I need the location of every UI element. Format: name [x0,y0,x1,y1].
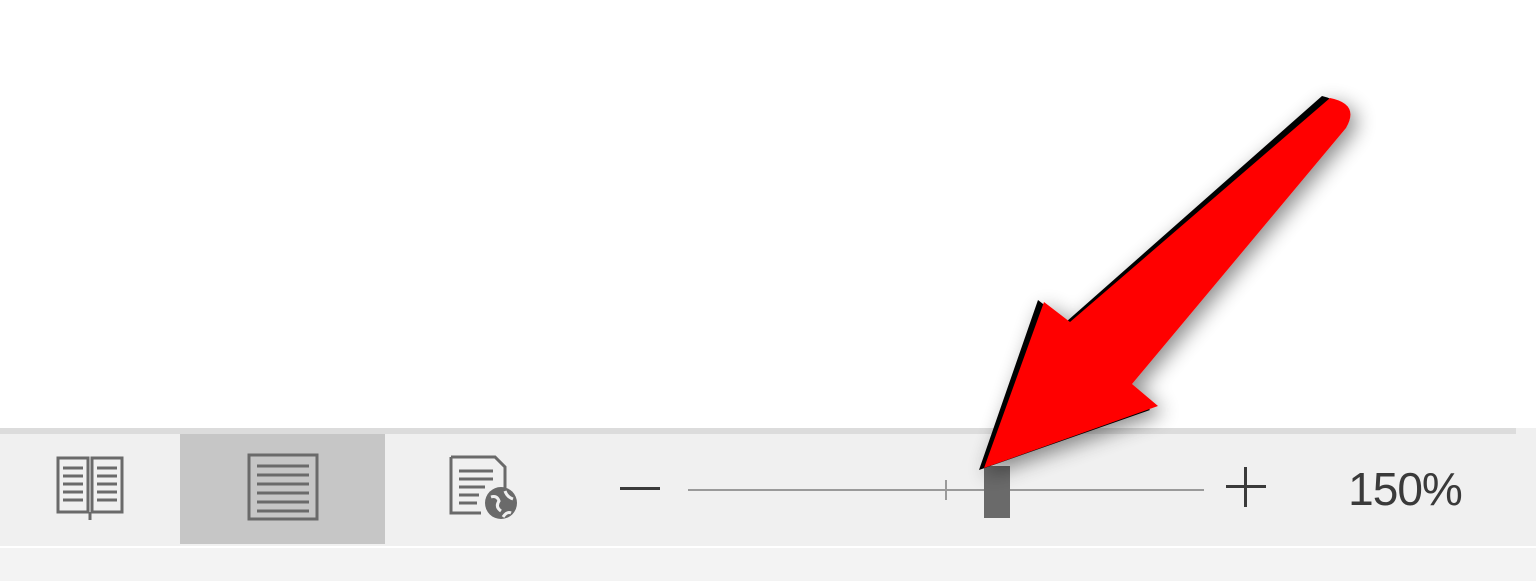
zoom-in-button[interactable] [1216,434,1276,544]
plus-icon [1224,465,1268,514]
status-bar-bottom-strip [0,546,1536,581]
web-layout-button[interactable] [385,434,585,544]
word-window: 150% [0,0,1536,581]
minus-icon [618,480,662,498]
document-canvas[interactable] [0,0,1536,428]
zoom-slider-thumb[interactable] [984,466,1010,518]
read-mode-button[interactable] [0,434,180,544]
print-layout-icon [245,451,321,528]
web-layout-icon [445,451,525,528]
print-layout-button[interactable] [180,434,385,544]
status-bar: 150% [0,428,1536,581]
zoom-level-label[interactable]: 150% [1320,434,1490,544]
zoom-out-button[interactable] [610,434,670,544]
zoom-slider-100-tick [945,480,947,500]
read-mode-icon [54,452,126,527]
zoom-slider[interactable] [688,434,1204,544]
